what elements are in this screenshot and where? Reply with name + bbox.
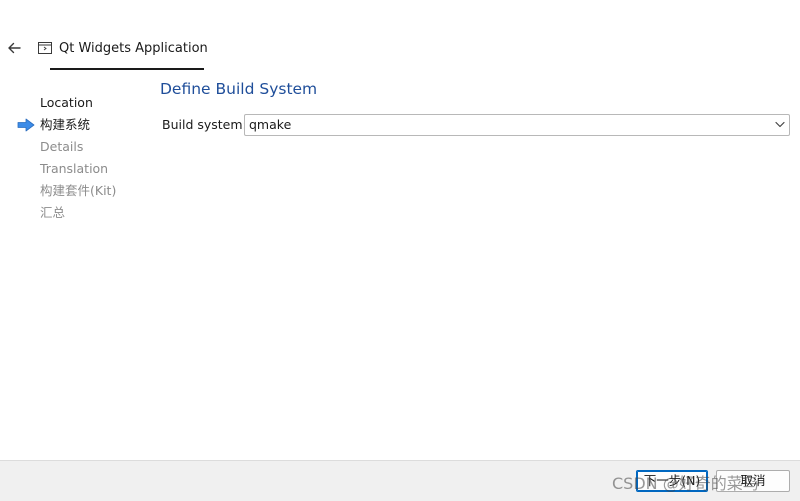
window-title: Qt Widgets Application xyxy=(59,41,208,56)
step-location: Location xyxy=(0,92,150,114)
build-system-row: Build system: qmake xyxy=(162,114,792,136)
wizard-header: Qt Widgets Application xyxy=(0,0,800,72)
step-kit: 构建套件(Kit) xyxy=(0,180,150,202)
step-label: Details xyxy=(40,139,84,154)
step-label: 汇总 xyxy=(40,205,66,220)
cancel-button[interactable]: 取消 xyxy=(716,470,790,492)
page-title: Define Build System xyxy=(160,80,318,98)
wizard-footer: 下一步(N) 取消 xyxy=(0,460,800,501)
chevron-down-icon xyxy=(775,121,785,128)
arrow-left-icon xyxy=(8,42,21,54)
build-system-label: Build system: xyxy=(162,117,247,132)
next-button[interactable]: 下一步(N) xyxy=(636,470,708,492)
qt-window-icon xyxy=(38,42,52,54)
step-build-system: 构建系统 xyxy=(0,114,150,136)
step-label: Location xyxy=(40,95,93,110)
build-system-value: qmake xyxy=(249,117,292,132)
step-summary: 汇总 xyxy=(0,202,150,224)
window-title-tab: Qt Widgets Application xyxy=(38,38,208,70)
step-label: 构建套件(Kit) xyxy=(40,183,117,198)
build-system-select[interactable]: qmake xyxy=(244,114,790,136)
wizard-steps: Location 构建系统 Details Translation 构建套件(K… xyxy=(0,92,150,224)
step-translation: Translation xyxy=(0,158,150,180)
step-details: Details xyxy=(0,136,150,158)
step-label: Translation xyxy=(40,161,109,176)
arrow-right-icon xyxy=(17,118,35,132)
step-label: 构建系统 xyxy=(40,117,91,132)
back-button[interactable] xyxy=(4,38,24,58)
